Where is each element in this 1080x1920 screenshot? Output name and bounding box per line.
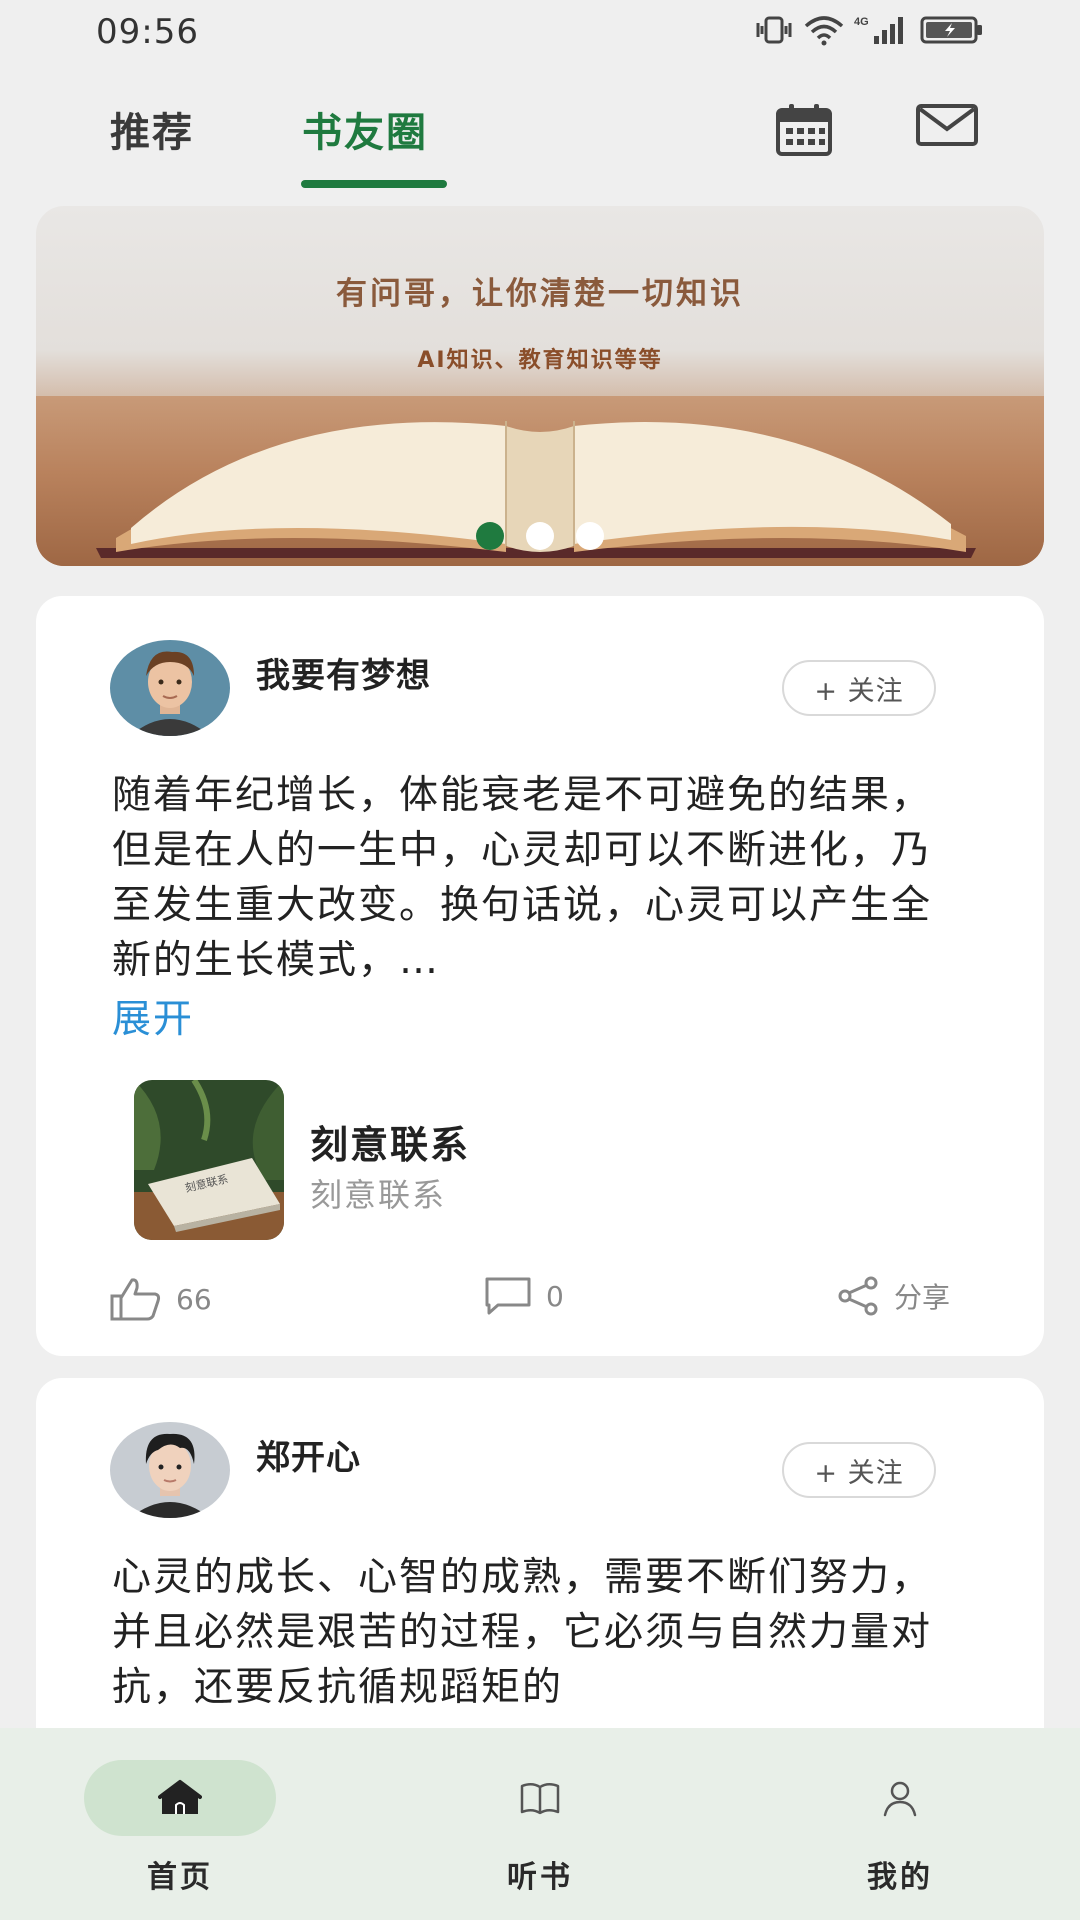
- nav-mine[interactable]: 我的: [800, 1756, 1000, 1906]
- carousel-dot-3[interactable]: [576, 522, 604, 550]
- book-subtitle: 刻意联系: [310, 1176, 447, 1214]
- nav-home-label: 首页: [147, 1860, 213, 1895]
- thumbs-up-icon: [110, 1278, 161, 1321]
- avatar[interactable]: [110, 1422, 230, 1518]
- status-bar: 09:56 4G: [0, 0, 1080, 64]
- status-time: 09:56: [96, 12, 199, 52]
- status-icons: 4G: [754, 14, 984, 46]
- post-text: 随着年纪增长，体能衰老是不可避免的结果，但是在人的一生中，心灵却可以不断进化，乃…: [112, 773, 933, 983]
- follow-button[interactable]: + 关注: [782, 660, 936, 716]
- book-cover[interactable]: 刻意联系: [134, 1080, 284, 1240]
- calendar-icon[interactable]: [776, 102, 832, 160]
- expand-link[interactable]: 展开: [112, 988, 194, 1044]
- tab-book-friends[interactable]: 书友圈: [302, 100, 428, 158]
- username[interactable]: 我要有梦想: [256, 648, 431, 697]
- mail-icon[interactable]: [916, 102, 978, 152]
- open-book-illustration: [96, 421, 976, 558]
- share-button[interactable]: 分享: [836, 1276, 950, 1316]
- person-icon: [883, 1781, 917, 1817]
- banner-title: 有问哥，让你清楚一切知识: [336, 276, 744, 312]
- network-label: 4G: [854, 16, 869, 28]
- nav-home[interactable]: 首页: [80, 1756, 280, 1906]
- banner-subtitle: AI知识、教育知识等等: [417, 348, 663, 373]
- comment-count: 0: [546, 1279, 564, 1313]
- vibrate-icon: [756, 16, 792, 44]
- post-card[interactable]: 我要有梦想 + 关注 随着年纪增长，体能衰老是不可避免的结果，但是在人的一生中，…: [36, 596, 1044, 1356]
- banner-carousel[interactable]: 有问哥，让你清楚一切知识 AI知识、教育知识等等: [36, 206, 1044, 566]
- carousel-dot-2[interactable]: [526, 522, 554, 550]
- like-button[interactable]: 66: [110, 1276, 212, 1322]
- comment-icon: [485, 1277, 531, 1315]
- username[interactable]: 郑开心: [256, 1430, 361, 1479]
- carousel-dot-1[interactable]: [476, 522, 504, 550]
- book-icon: [520, 1783, 560, 1815]
- nav-mine-label: 我的: [867, 1860, 933, 1895]
- share-label: 分享: [894, 1281, 951, 1314]
- comment-button[interactable]: 0: [484, 1276, 564, 1316]
- nav-listen[interactable]: 听书: [440, 1756, 640, 1906]
- share-icon: [838, 1276, 878, 1316]
- tab-recommend[interactable]: 推荐: [110, 100, 194, 158]
- wifi-icon: [804, 16, 844, 46]
- follow-button[interactable]: + 关注: [782, 1442, 936, 1498]
- active-tab-indicator: [301, 180, 447, 188]
- like-count: 66: [176, 1282, 212, 1316]
- book-title[interactable]: 刻意联系: [310, 1114, 470, 1169]
- bottom-navigation: 首页 听书 我的: [0, 1728, 1080, 1920]
- cellular-4g-icon: 4G: [854, 16, 903, 44]
- battery-charging-icon: [920, 16, 982, 44]
- carousel-indicator: [476, 522, 604, 550]
- home-icon: [158, 1780, 202, 1814]
- post-text: 心灵的成长、心智的成熟，需要不断们努力，并且必然是艰苦的过程，它必须与自然力量对…: [112, 1555, 933, 1710]
- avatar[interactable]: [110, 640, 230, 736]
- nav-listen-label: 听书: [507, 1860, 573, 1895]
